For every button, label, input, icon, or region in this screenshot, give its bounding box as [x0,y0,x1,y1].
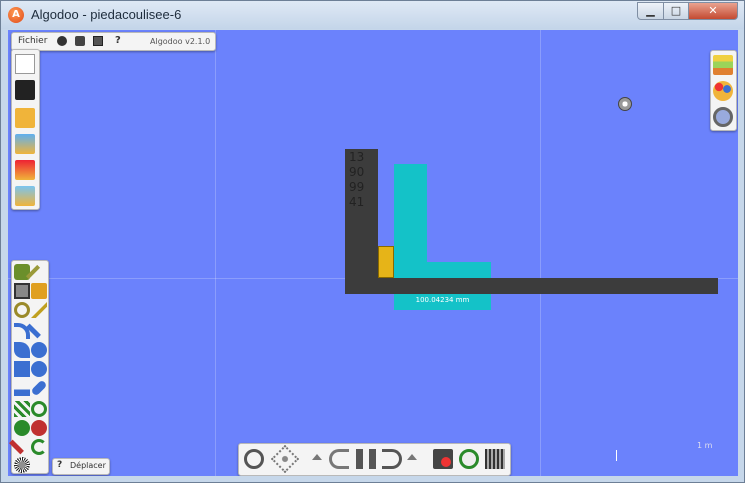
polygon-tool-icon[interactable] [14,342,30,358]
rotate-tool-icon[interactable] [14,302,30,318]
gravity-icon[interactable] [433,449,453,469]
tool-status: ? Déplacer [52,458,110,475]
save-icon[interactable] [15,80,35,100]
title-bar[interactable]: A Algodoo - piedacoulisee-6 ▁ □ ✕ [1,1,744,29]
browse-scenes-icon[interactable] [15,134,35,154]
digit-label: 13 [349,150,365,164]
online-scenes-icon[interactable] [15,186,35,206]
window-title: Algodoo - piedacoulisee-6 [31,7,182,22]
body-digits: 13 90 99 41 [349,150,364,210]
box-tool-icon[interactable] [14,361,30,377]
hinge-tool-icon[interactable] [14,420,30,436]
file-menu[interactable]: Fichier [18,36,47,46]
maximize-button[interactable]: □ [663,2,689,20]
layers-icon[interactable] [713,55,733,75]
help-button[interactable]: ? [115,35,121,46]
window-icon[interactable] [93,36,103,46]
tool-help-icon[interactable]: ? [57,460,62,470]
file-toolbar [11,49,40,210]
scale-tick [616,450,617,461]
drag-tool-icon[interactable] [31,283,47,299]
new-scene-icon[interactable] [15,54,35,74]
fixate-tool-icon[interactable] [31,401,47,417]
toolbar-toggle-icon[interactable] [75,36,85,46]
center-of-mass-icon [618,97,632,111]
zoom-icon[interactable] [244,449,264,469]
phunlets-icon[interactable] [15,160,35,180]
app-window: A Algodoo - piedacoulisee-6 ▁ □ ✕ Fichie… [0,0,745,483]
digit-label: 41 [349,195,365,209]
tracer-tool-icon[interactable] [31,439,47,455]
yellow-block[interactable] [378,246,394,278]
grid-icon[interactable] [485,449,505,469]
spring-tool-icon[interactable] [14,401,30,417]
tools-palette [9,260,49,474]
gear-icon[interactable] [31,342,47,358]
grid-line [540,30,541,476]
palette-icon[interactable] [713,81,733,101]
redo-icon[interactable] [382,449,402,469]
version-label: Algodoo v2.1.0 [150,37,211,46]
undo-menu-arrow-icon[interactable] [312,454,322,460]
horizontal-dark-bar[interactable] [345,278,718,294]
more-tools-icon[interactable] [14,457,30,473]
simulation-toolbar [238,443,511,476]
chain-tool-icon[interactable] [30,379,48,397]
air-friction-icon[interactable] [459,449,479,469]
laser-tool-icon[interactable] [9,439,24,455]
options-icon[interactable] [57,36,67,46]
close-button[interactable]: ✕ [688,2,738,20]
zoom-visualize-icon[interactable] [713,107,733,127]
measure-label: 100.04234 mm [415,296,470,304]
move-tool-icon[interactable] [14,283,30,299]
scale-label: 1 m [697,441,713,450]
redo-menu-arrow-icon[interactable] [407,454,417,460]
circle-tool-icon[interactable] [31,361,47,377]
right-toolbar [710,50,737,131]
thruster-tool-icon[interactable] [31,420,47,436]
pause-icon[interactable] [356,449,376,469]
pan-icon[interactable] [270,444,300,474]
digit-label: 90 [349,165,365,179]
scale-tool-icon[interactable] [31,302,47,318]
main-menu-bar: Fichier ? Algodoo v2.1.0 [11,32,216,51]
current-tool-label: Déplacer [70,461,106,470]
open-folder-icon[interactable] [15,108,35,128]
simulation-canvas[interactable]: Fichier ? Algodoo v2.1.0 ? Déplacer 13 9… [8,30,738,476]
digit-label: 99 [349,180,365,194]
algodoo-app-icon[interactable]: A [8,7,24,23]
plane-tool-icon[interactable] [14,380,30,396]
undo-icon[interactable] [329,449,349,469]
grid-line [215,30,216,476]
minimize-button[interactable]: ▁ [637,2,664,20]
